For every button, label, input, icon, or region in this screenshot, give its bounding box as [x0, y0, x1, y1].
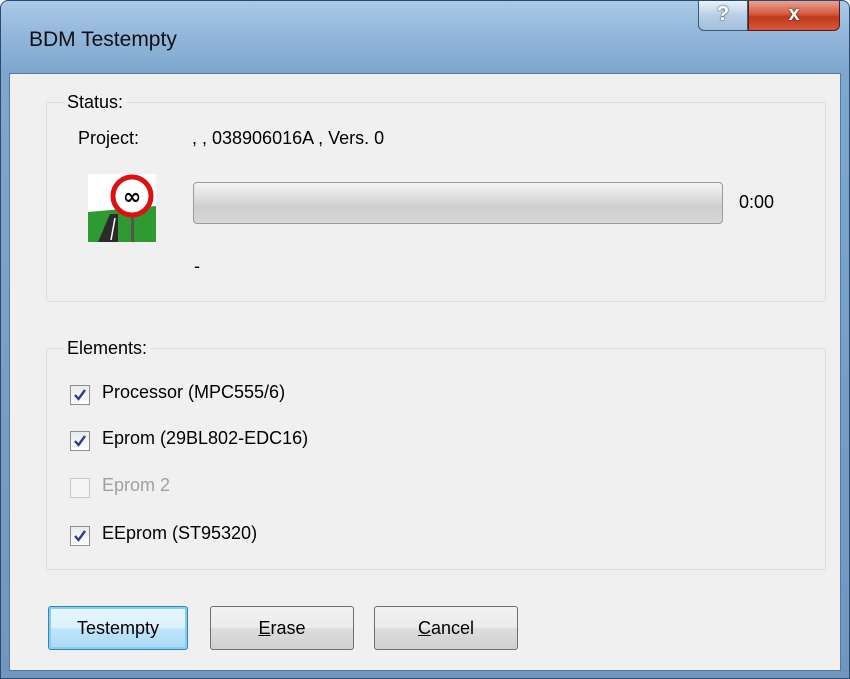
status-message: -: [194, 256, 200, 276]
dialog-client-area: Status: Project: , , 038906016A , Vers. …: [9, 73, 841, 671]
close-button[interactable]: x: [748, 1, 840, 31]
svg-text:∞: ∞: [123, 185, 141, 210]
infinity-road-sign-icon: ∞: [88, 174, 156, 242]
elements-legend: Elements:: [64, 338, 151, 359]
project-value: , , 038906016A , Vers. 0: [192, 128, 385, 148]
progress-bar: [193, 182, 723, 224]
checkbox-box[interactable]: [70, 478, 90, 498]
cancel-label-rest: ancel: [430, 618, 475, 638]
status-legend: Status:: [64, 92, 127, 113]
testempty-button[interactable]: Testempty: [48, 606, 188, 650]
elapsed-time: 0:00: [739, 192, 775, 212]
checkbox-box[interactable]: [70, 526, 90, 546]
checkbox-box[interactable]: [70, 431, 90, 451]
cancel-button[interactable]: Cancel: [374, 606, 518, 650]
checkbox-label[interactable]: Eprom (29BL802-EDC16): [102, 428, 308, 449]
help-button[interactable]: ?: [698, 1, 748, 31]
erase-button[interactable]: Erase: [210, 606, 354, 650]
title-bar[interactable]: BDM Testempty ? x: [1, 1, 849, 73]
erase-label-rest: rase: [270, 618, 306, 638]
checkbox-label[interactable]: Processor (MPC555/6): [102, 382, 285, 403]
dialog-window: BDM Testempty ? x Status: Project: , , 0…: [0, 0, 850, 679]
help-icon: ?: [716, 3, 730, 25]
checkbox-box[interactable]: [70, 385, 90, 405]
checkmark-icon: [74, 530, 86, 542]
checkbox-label[interactable]: Eprom 2: [102, 475, 170, 496]
project-label: Project:: [78, 128, 140, 148]
window-title: BDM Testempty: [29, 28, 177, 51]
cancel-mnemonic: C: [417, 618, 431, 638]
checkbox-label[interactable]: EEprom (ST95320): [102, 523, 257, 544]
close-icon: x: [788, 3, 800, 25]
checkmark-icon: [74, 435, 86, 447]
checkmark-icon: [74, 389, 86, 401]
erase-mnemonic: E: [258, 618, 271, 638]
